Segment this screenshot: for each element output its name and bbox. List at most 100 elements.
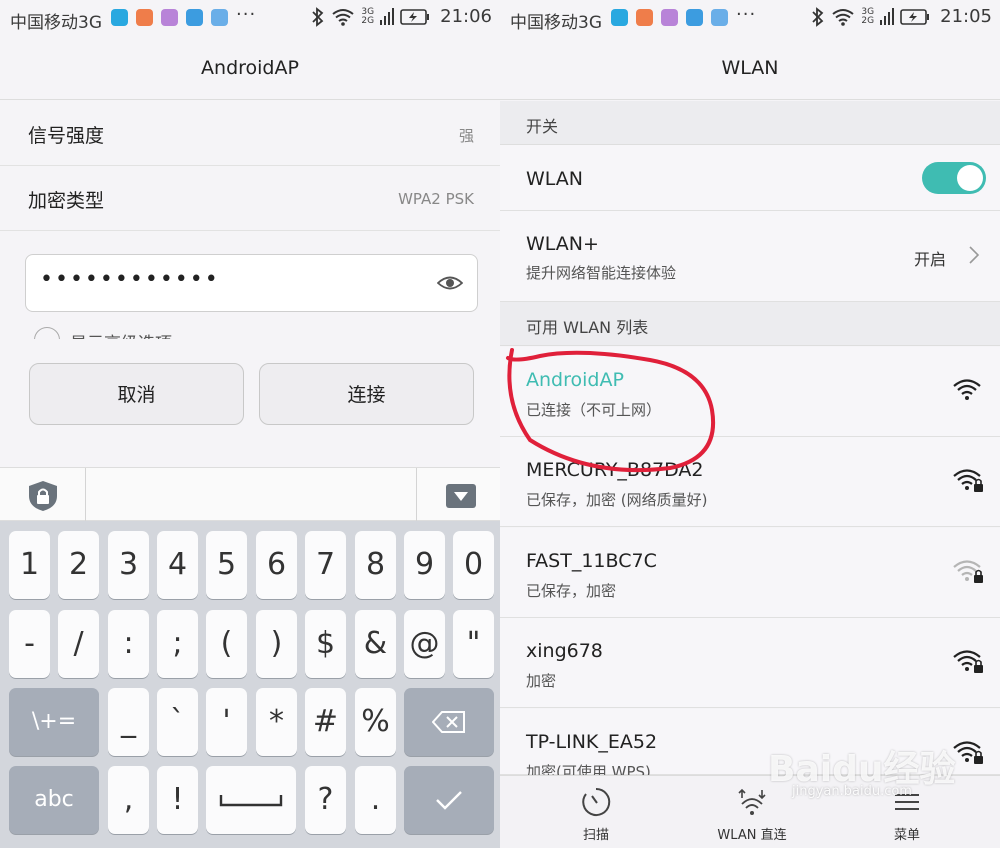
toolbar-divider <box>85 468 86 522</box>
key-period[interactable]: . <box>355 766 396 834</box>
scan-label: 扫描 <box>582 828 609 843</box>
carrier-label: 中国移动3G <box>510 13 602 33</box>
page-title: WLAN <box>500 36 1000 100</box>
network-row[interactable]: AndroidAP 已连接（不可上网） <box>500 347 1000 437</box>
keyboard-toolbar <box>0 467 500 522</box>
app-notification-icon <box>686 9 703 26</box>
wlan-plus-row[interactable]: WLAN+ 提升网络智能连接体验 开启 <box>500 211 1000 302</box>
key-symbol[interactable]: - <box>9 610 50 678</box>
key-symbol[interactable]: ` <box>157 688 198 756</box>
notification-icons <box>111 9 228 26</box>
key-symbol[interactable]: " <box>453 610 494 678</box>
show-advanced-checkbox[interactable]: 显示高级选项 <box>34 327 334 339</box>
key-symbol[interactable]: & <box>355 610 396 678</box>
done-key[interactable] <box>404 766 494 834</box>
space-key[interactable] <box>206 766 296 834</box>
status-right: 3G 2G 21:05 <box>811 6 992 27</box>
encryption-type-label: 加密类型 <box>28 190 105 212</box>
network-row[interactable]: xing678 加密 <box>500 618 1000 708</box>
password-input[interactable]: •••••••••••• <box>25 254 478 312</box>
signal-icon <box>380 7 395 25</box>
key-0[interactable]: 0 <box>453 531 494 599</box>
network-name: FAST_11BC7C <box>526 550 657 572</box>
symbols-more-key[interactable]: \+= <box>9 688 99 756</box>
network-2g-label: 2G <box>861 15 875 26</box>
wlan-plus-label: WLAN+ <box>526 233 599 255</box>
network-status: 已保存，加密 <box>526 582 617 600</box>
show-advanced-label: 显示高级选项 <box>70 329 172 339</box>
switch-section-header: 开关 <box>500 101 1000 145</box>
key-symbol[interactable]: ( <box>206 610 247 678</box>
key-symbol[interactable]: : <box>108 610 149 678</box>
notification-icons <box>611 9 728 26</box>
menu-label: 菜单 <box>893 828 920 843</box>
battery-charging-icon <box>900 8 930 25</box>
wifi-status-icon <box>832 8 855 26</box>
backspace-key[interactable] <box>404 688 494 756</box>
show-password-eye-icon[interactable] <box>437 272 463 294</box>
app-notification-icon <box>661 9 678 26</box>
secure-keyboard-shield-icon[interactable] <box>27 480 59 512</box>
key-9[interactable]: 9 <box>404 531 445 599</box>
key-symbol[interactable]: % <box>355 688 396 756</box>
checkbox-circle <box>34 327 60 339</box>
app-notification-icon <box>111 9 128 26</box>
key-symbol[interactable]: ) <box>256 610 297 678</box>
toggle-knob <box>957 165 983 191</box>
key-8[interactable]: 8 <box>355 531 396 599</box>
network-status: 已保存，加密 (网络质量好) <box>526 491 708 509</box>
key-1[interactable]: 1 <box>9 531 50 599</box>
key-symbol[interactable]: ; <box>157 610 198 678</box>
key-5[interactable]: 5 <box>206 531 247 599</box>
network-status: 已连接（不可上网） <box>526 401 662 419</box>
key-question[interactable]: ? <box>305 766 346 834</box>
wlan-toggle[interactable] <box>922 162 986 194</box>
key-symbol[interactable]: ' <box>206 688 247 756</box>
bluetooth-icon <box>312 6 324 27</box>
clock: 21:06 <box>440 6 492 27</box>
encryption-type-value: WPA2 PSK <box>398 190 474 208</box>
chevron-right-icon <box>969 246 980 264</box>
network-row[interactable]: FAST_11BC7C 已保存，加密 <box>500 528 1000 618</box>
wifi-locked-icon <box>952 648 984 678</box>
network-type-icon: 3G 2G <box>861 7 875 26</box>
key-symbol[interactable]: _ <box>108 688 149 756</box>
available-networks-header: 可用 WLAN 列表 <box>500 302 1000 346</box>
wifi-locked-icon <box>952 558 984 588</box>
space-icon <box>219 795 283 807</box>
key-symbol[interactable]: @ <box>404 610 445 678</box>
key-2[interactable]: 2 <box>58 531 99 599</box>
wlan-plus-value: 开启 <box>913 250 946 269</box>
network-row[interactable]: MERCURY_B87DA2 已保存，加密 (网络质量好) <box>500 437 1000 527</box>
hide-keyboard-icon[interactable] <box>446 484 476 508</box>
key-exclamation[interactable]: ! <box>157 766 198 834</box>
app-notification-icon <box>186 9 203 26</box>
abc-key[interactable]: abc <box>9 766 99 834</box>
key-symbol[interactable]: / <box>58 610 99 678</box>
scan-button[interactable]: 扫描 <box>536 776 656 848</box>
wifi-direct-label: WLAN 直连 <box>717 828 787 843</box>
section-label: 可用 WLAN 列表 <box>526 318 649 337</box>
section-label: 开关 <box>526 117 559 136</box>
key-comma[interactable]: , <box>108 766 149 834</box>
key-3[interactable]: 3 <box>108 531 149 599</box>
baidu-watermark: Baidu经验 jingyan.baidu.com <box>768 740 998 800</box>
network-type-icon: 3G 2G <box>361 7 374 26</box>
network-status: 加密 <box>526 672 557 690</box>
key-6[interactable]: 6 <box>256 531 297 599</box>
watermark-url: jingyan.baidu.com <box>792 784 912 799</box>
key-symbol[interactable]: * <box>256 688 297 756</box>
key-symbol[interactable]: # <box>305 688 346 756</box>
wlan-toggle-row[interactable]: WLAN <box>500 145 1000 211</box>
key-4[interactable]: 4 <box>157 531 198 599</box>
connect-button[interactable]: 连接 <box>259 363 474 425</box>
signal-strength-row: 信号强度 强 <box>0 101 500 166</box>
key-symbol[interactable]: $ <box>305 610 346 678</box>
app-notification-icon <box>636 9 653 26</box>
cancel-button[interactable]: 取消 <box>29 363 244 425</box>
app-notification-icon <box>136 9 153 26</box>
network-name: xing678 <box>526 640 603 662</box>
status-bar: 中国移动3G ··· 3G 2G 21:06 <box>0 0 500 36</box>
key-7[interactable]: 7 <box>305 531 346 599</box>
more-icon: ··· <box>236 4 257 25</box>
